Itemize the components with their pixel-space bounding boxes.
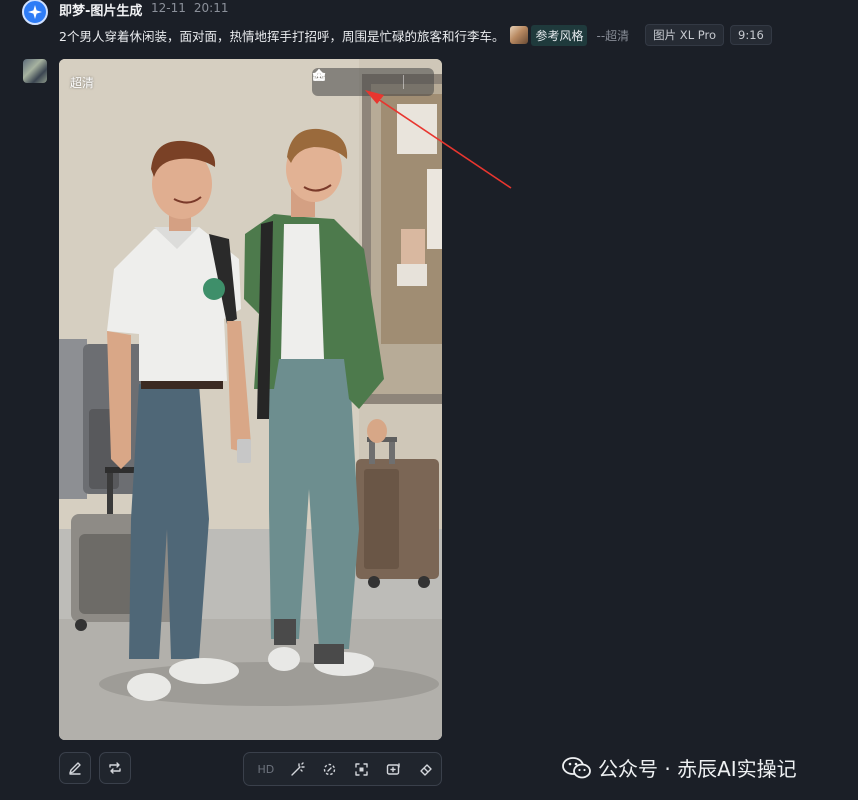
user-avatar[interactable] <box>23 59 47 83</box>
prompt-text: 2个男人穿着休闲装，面对面，热情地挥手打招呼，周围是忙碌的旅客和行李车。 <box>59 28 505 44</box>
edit-button[interactable] <box>59 752 91 784</box>
quality-badge: 超清 <box>70 76 95 90</box>
app-name: 即梦-图片生成 <box>59 4 143 19</box>
wechat-icon <box>562 756 591 778</box>
magic-wand-button[interactable] <box>282 753 314 785</box>
expand-button[interactable] <box>345 753 377 785</box>
hd-label: HD <box>257 762 275 776</box>
add-image-icon <box>386 762 400 775</box>
app-logo-icon[interactable] <box>22 0 48 25</box>
eraser-icon <box>419 763 432 776</box>
generated-image-illustration <box>59 59 442 740</box>
pencil-icon <box>69 762 81 775</box>
message-date: 12-11 <box>151 1 186 15</box>
magic-wand-icon <box>291 761 305 776</box>
message-timestamp: 12-11 20:11 <box>151 1 236 15</box>
eraser-button[interactable] <box>409 753 441 785</box>
hd-upscale-button[interactable]: HD <box>250 753 282 785</box>
image-toolbar <box>312 68 434 96</box>
star-icon <box>312 68 326 81</box>
message-header: 即梦-图片生成 12-11 20:11 2个男人穿着休闲装，面对面，热情地挥手打招… <box>0 0 858 50</box>
prompt-line: 2个男人穿着休闲装，面对面，热情地挥手打招呼，周围是忙碌的旅客和行李车。 参考风… <box>59 24 772 46</box>
message-time: 20:11 <box>193 1 229 15</box>
repeat-icon <box>109 762 121 774</box>
watermark: 公众号 · 赤辰AI实操记 <box>562 753 797 782</box>
generated-image[interactable]: 超清 <box>59 59 442 740</box>
model-tag: 图片 XL Pro <box>645 24 724 46</box>
add-image-button[interactable] <box>377 753 409 785</box>
reference-thumbnail[interactable] <box>510 26 529 44</box>
download-button[interactable] <box>313 68 372 96</box>
inpaint-button[interactable] <box>314 753 346 785</box>
quality-suffix: --超清 <box>596 28 630 43</box>
watermark-text: 公众号 · 赤辰AI实操记 <box>598 757 797 781</box>
image-tools-bar: HD <box>243 752 442 786</box>
toolbar-divider <box>402 75 404 89</box>
reference-style-chip[interactable]: 参考风格 <box>531 24 588 46</box>
inpaint-icon <box>323 763 336 775</box>
regenerate-button[interactable] <box>99 752 131 784</box>
ratio-tag: 9:16 <box>730 25 772 45</box>
favorite-button[interactable] <box>312 68 434 96</box>
expand-icon <box>355 762 368 776</box>
more-button[interactable] <box>313 68 400 96</box>
